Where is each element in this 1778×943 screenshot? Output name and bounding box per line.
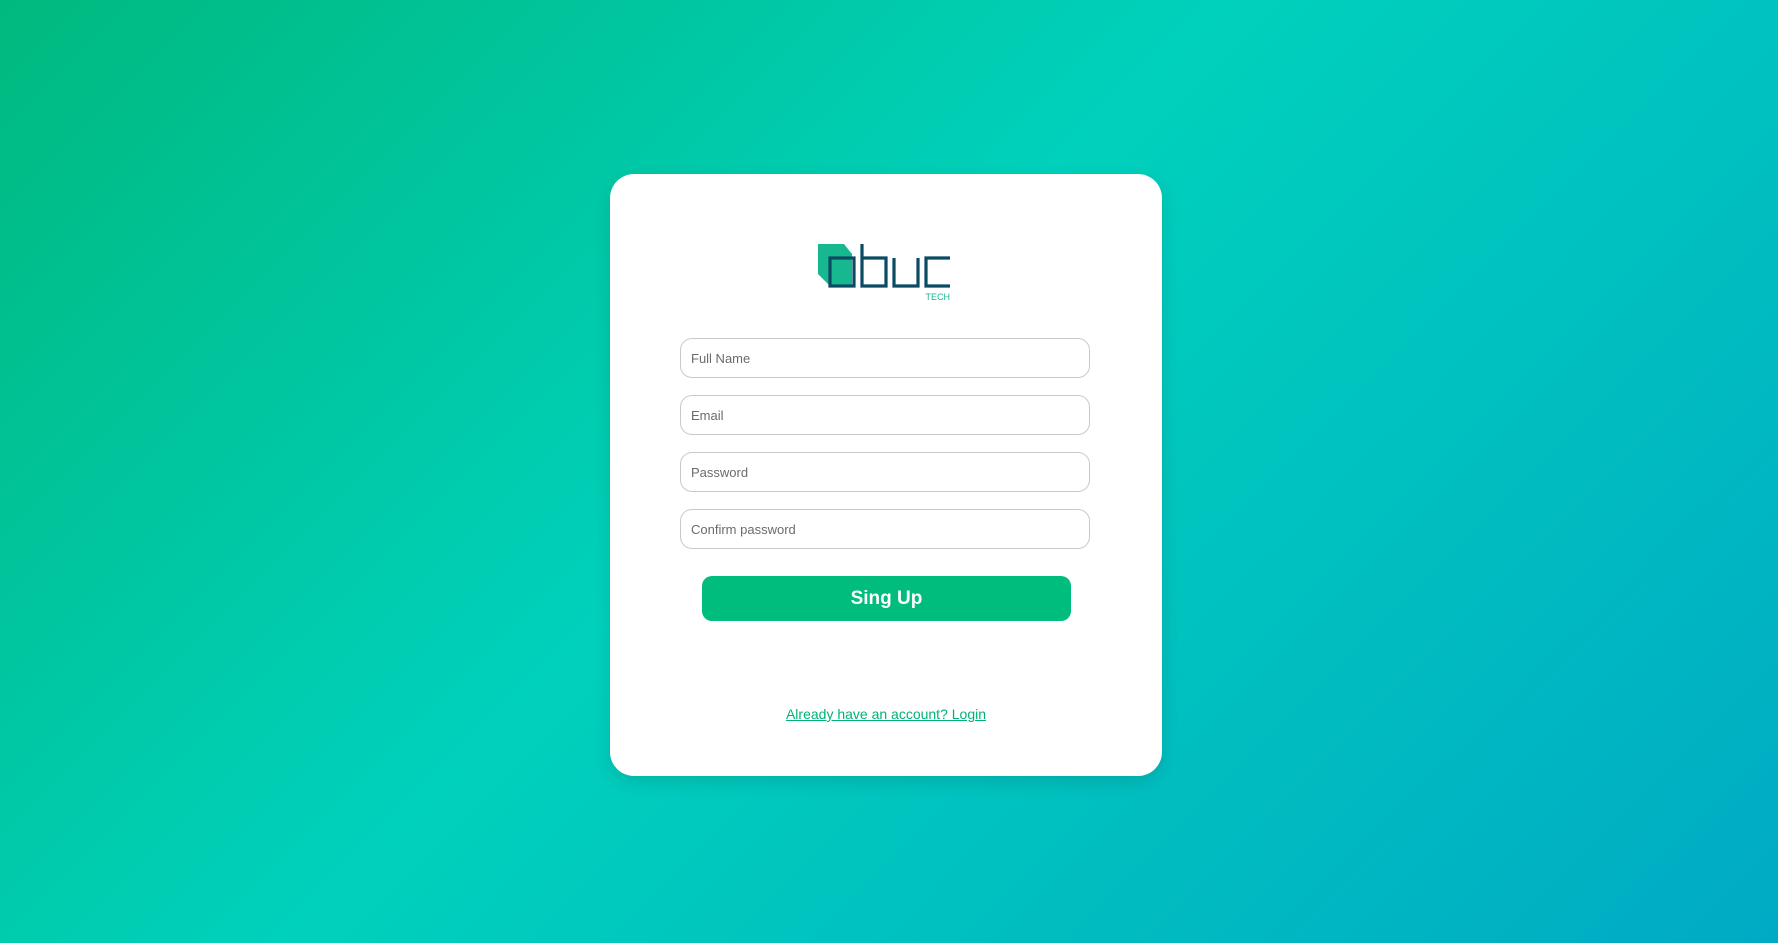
logo-subtext: TECH [926,292,951,302]
confirm-password-input[interactable] [680,509,1090,549]
logo-graphic: TECH [818,244,951,302]
obuc-tech-logo: TECH [816,242,958,306]
signup-card: TECH Sing Up Already have an account? Lo… [610,174,1162,776]
sign-up-button[interactable]: Sing Up [702,576,1071,621]
login-link[interactable]: Already have an account? Login [786,706,986,722]
login-link-container: Already have an account? Login [610,706,1162,722]
email-input[interactable] [680,395,1090,435]
full-name-input[interactable] [680,338,1090,378]
password-input[interactable] [680,452,1090,492]
